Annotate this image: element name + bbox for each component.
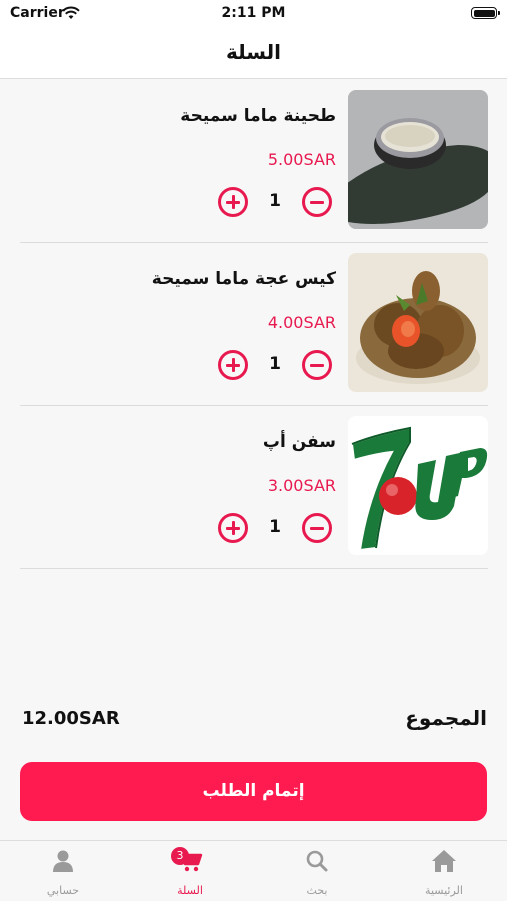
item-name: كيس عجة ماما سميحة xyxy=(151,269,336,289)
7up-logo-image xyxy=(348,416,488,555)
decrease-quantity-button[interactable] xyxy=(302,187,332,217)
quantity-value: 1 xyxy=(269,354,281,374)
decrease-quantity-button[interactable] xyxy=(302,350,332,380)
tab-label: السلة xyxy=(177,884,203,897)
item-name: سفن أپ xyxy=(262,432,336,452)
tahini-product-image xyxy=(348,90,488,229)
tab-label: بحث xyxy=(306,884,328,897)
decrease-quantity-button[interactable] xyxy=(302,513,332,543)
increase-quantity-button[interactable] xyxy=(218,513,248,543)
increase-quantity-button[interactable] xyxy=(218,187,248,217)
total-row: المجموع 12.00SAR xyxy=(20,706,487,736)
tab-bar: حسابي 3 السلة بحث الرئيسية xyxy=(0,840,507,901)
checkout-button[interactable]: إتمام الطلب xyxy=(20,762,487,821)
search-icon xyxy=(304,849,330,873)
total-label: المجموع xyxy=(405,706,487,730)
quantity-value: 1 xyxy=(269,191,281,211)
page-title: السلة xyxy=(225,40,281,64)
increase-quantity-button[interactable] xyxy=(218,350,248,380)
home-icon xyxy=(431,849,457,873)
cart-item[interactable]: طحينة ماما سميحة 5.00SAR 1 xyxy=(20,80,488,243)
item-price: 3.00SAR xyxy=(267,476,336,495)
item-name: طحينة ماما سميحة xyxy=(180,106,336,126)
clock: 2:11 PM xyxy=(221,5,286,21)
cart-count-badge: 3 xyxy=(171,847,189,865)
total-value: 12.00SAR xyxy=(22,708,120,729)
battery-icon xyxy=(471,7,500,19)
item-price: 5.00SAR xyxy=(267,150,336,169)
person-icon xyxy=(50,849,76,873)
tab-cart[interactable]: 3 السلة xyxy=(127,841,253,901)
tab-label: الرئيسية xyxy=(425,884,463,897)
cart-list: طحينة ماما سميحة 5.00SAR 1 كيس عجة ماما … xyxy=(20,80,488,569)
cart-item[interactable]: كيس عجة ماما سميحة 4.00SAR 1 xyxy=(20,243,488,406)
chicken-product-image xyxy=(348,253,488,392)
status-bar: Carrier 2:11 PM xyxy=(0,0,507,28)
tab-home[interactable]: الرئيسية xyxy=(381,841,507,901)
tab-account[interactable]: حسابي xyxy=(0,841,126,901)
navigation-bar: السلة xyxy=(0,28,507,79)
cart-item[interactable]: سفن أپ 3.00SAR 1 xyxy=(20,406,488,569)
tab-search[interactable]: بحث xyxy=(254,841,380,901)
quantity-value: 1 xyxy=(269,517,281,537)
tab-label: حسابي xyxy=(46,884,80,897)
item-price: 4.00SAR xyxy=(267,313,336,332)
